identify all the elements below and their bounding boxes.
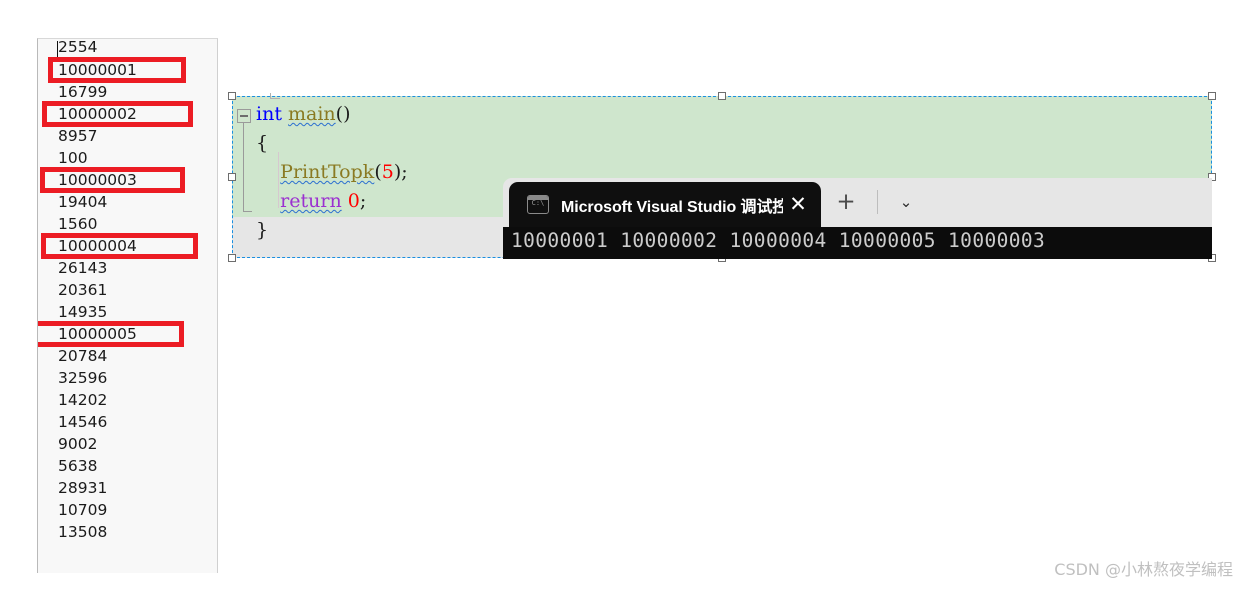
list-item-value: 14935 <box>58 303 108 321</box>
list-item-value: 16799 <box>58 83 108 101</box>
list-item[interactable]: 9002 <box>38 433 217 455</box>
list-item-value: 10709 <box>58 501 108 519</box>
list-item[interactable]: 14202 <box>38 389 217 411</box>
list-item-value: 13508 <box>58 523 108 541</box>
line-close-brace[interactable]: } <box>256 216 408 245</box>
list-item-value: 100 <box>58 149 88 167</box>
list-item[interactable]: 10000002 <box>38 103 217 125</box>
list-item[interactable]: 10000005 <box>38 323 217 345</box>
list-item[interactable]: 32596 <box>38 367 217 389</box>
code-token: 5 <box>381 161 394 183</box>
code-token: ; <box>401 161 408 183</box>
code-token: () <box>335 103 351 125</box>
array-values-panel[interactable]: 2554 10000001 16799 10000002 8957 100 10000003… <box>37 38 218 573</box>
list-item-value: 10000002 <box>58 105 137 123</box>
array-values-list: 2554 10000001 16799 10000002 8957 100 10000003… <box>38 39 217 543</box>
code-token: } <box>256 219 269 241</box>
tabbar-divider <box>877 190 878 214</box>
close-icon[interactable]: ✕ <box>783 194 813 215</box>
list-item[interactable]: 14546 <box>38 411 217 433</box>
code-token: PrintTopk <box>280 161 375 183</box>
list-item-value: 19404 <box>58 193 108 211</box>
code-token: return <box>280 190 342 212</box>
list-item[interactable]: 19404 <box>38 191 217 213</box>
list-item[interactable]: 8957 <box>38 125 217 147</box>
terminal-window[interactable]: C:\ Microsoft Visual Studio 调试控 ✕ + ⌄ 10… <box>503 178 1212 259</box>
list-item-value: 5638 <box>58 457 98 475</box>
list-item[interactable]: 14935 <box>38 301 217 323</box>
selection-handle-top-left[interactable] <box>228 92 236 100</box>
list-item-value: 8957 <box>58 127 98 145</box>
list-item[interactable]: 13508 <box>38 521 217 543</box>
list-item[interactable]: 16799 <box>38 81 217 103</box>
code-token: ( <box>374 161 382 183</box>
brace-guide-foot <box>243 211 252 212</box>
text-cursor <box>57 41 58 57</box>
list-item-value: 20784 <box>58 347 108 365</box>
list-item[interactable]: 10000004 <box>38 235 217 257</box>
brace-guide-line <box>243 123 244 211</box>
selection-handle-top-center[interactable] <box>718 92 726 100</box>
selection-handle-top-right[interactable] <box>1208 92 1216 100</box>
selection-handle-bottom-left[interactable] <box>228 254 236 262</box>
list-item-value: 1560 <box>58 215 98 233</box>
list-item-value: 28931 <box>58 479 108 497</box>
list-item-value: 10000001 <box>58 61 137 79</box>
list-item[interactable]: 20361 <box>38 279 217 301</box>
list-item[interactable]: 5638 <box>38 455 217 477</box>
code-token: int <box>256 103 282 125</box>
command-prompt-icon: C:\ <box>527 195 549 214</box>
list-item[interactable]: 10000003 <box>38 169 217 191</box>
list-item[interactable]: 10709 <box>38 499 217 521</box>
code-token: ; <box>359 190 367 212</box>
previous-block-stub-icon <box>270 93 280 99</box>
terminal-tab-bar: C:\ Microsoft Visual Studio 调试控 ✕ + ⌄ <box>503 178 1212 227</box>
list-item[interactable]: 1560 <box>38 213 217 235</box>
list-item-value: 14202 <box>58 391 108 409</box>
line-open-brace[interactable]: { <box>256 129 408 158</box>
list-item[interactable]: 10000001 <box>38 59 217 81</box>
list-item[interactable]: 100 <box>38 147 217 169</box>
terminal-tab-active[interactable]: C:\ Microsoft Visual Studio 调试控 ✕ <box>509 182 821 227</box>
csdn-watermark: CSDN @小林熬夜学编程 <box>1054 560 1233 579</box>
list-item-value: 10000004 <box>58 237 137 255</box>
list-item-value: 10000005 <box>58 325 137 343</box>
selection-handle-middle-left[interactable] <box>228 173 236 181</box>
new-tab-button[interactable]: + <box>833 190 859 216</box>
list-item-value: 26143 <box>58 259 108 277</box>
list-item-value: 14546 <box>58 413 108 431</box>
list-item-value: 10000003 <box>58 171 137 189</box>
terminal-tab-title: Microsoft Visual Studio 调试控 <box>561 198 783 216</box>
list-item[interactable]: 28931 <box>38 477 217 499</box>
list-item-value: 9002 <box>58 435 98 453</box>
minus-collapse-icon[interactable] <box>237 109 251 123</box>
console-output-line: 10000001 10000002 10000004 10000005 1000… <box>511 229 1046 252</box>
code-text-block[interactable]: int main() { PrintTopk(5); return 0;} <box>256 100 408 245</box>
code-token: 0 <box>347 190 360 212</box>
terminal-console-body[interactable]: 10000001 10000002 10000004 10000005 1000… <box>503 227 1212 259</box>
list-item-value: 32596 <box>58 369 108 387</box>
chevron-down-icon[interactable]: ⌄ <box>893 191 919 215</box>
list-item-value: 2554 <box>58 38 98 56</box>
list-item[interactable]: 2554 <box>38 39 217 59</box>
line-main-signature[interactable]: int main() <box>256 100 408 129</box>
list-item-value: 20361 <box>58 281 108 299</box>
list-item[interactable]: 20784 <box>38 345 217 367</box>
line-printtopk-call[interactable]: PrintTopk(5); <box>256 158 408 187</box>
line-return[interactable]: return 0; <box>256 187 408 216</box>
code-token: main <box>288 103 336 125</box>
code-token: { <box>256 132 269 154</box>
list-item[interactable]: 26143 <box>38 257 217 279</box>
